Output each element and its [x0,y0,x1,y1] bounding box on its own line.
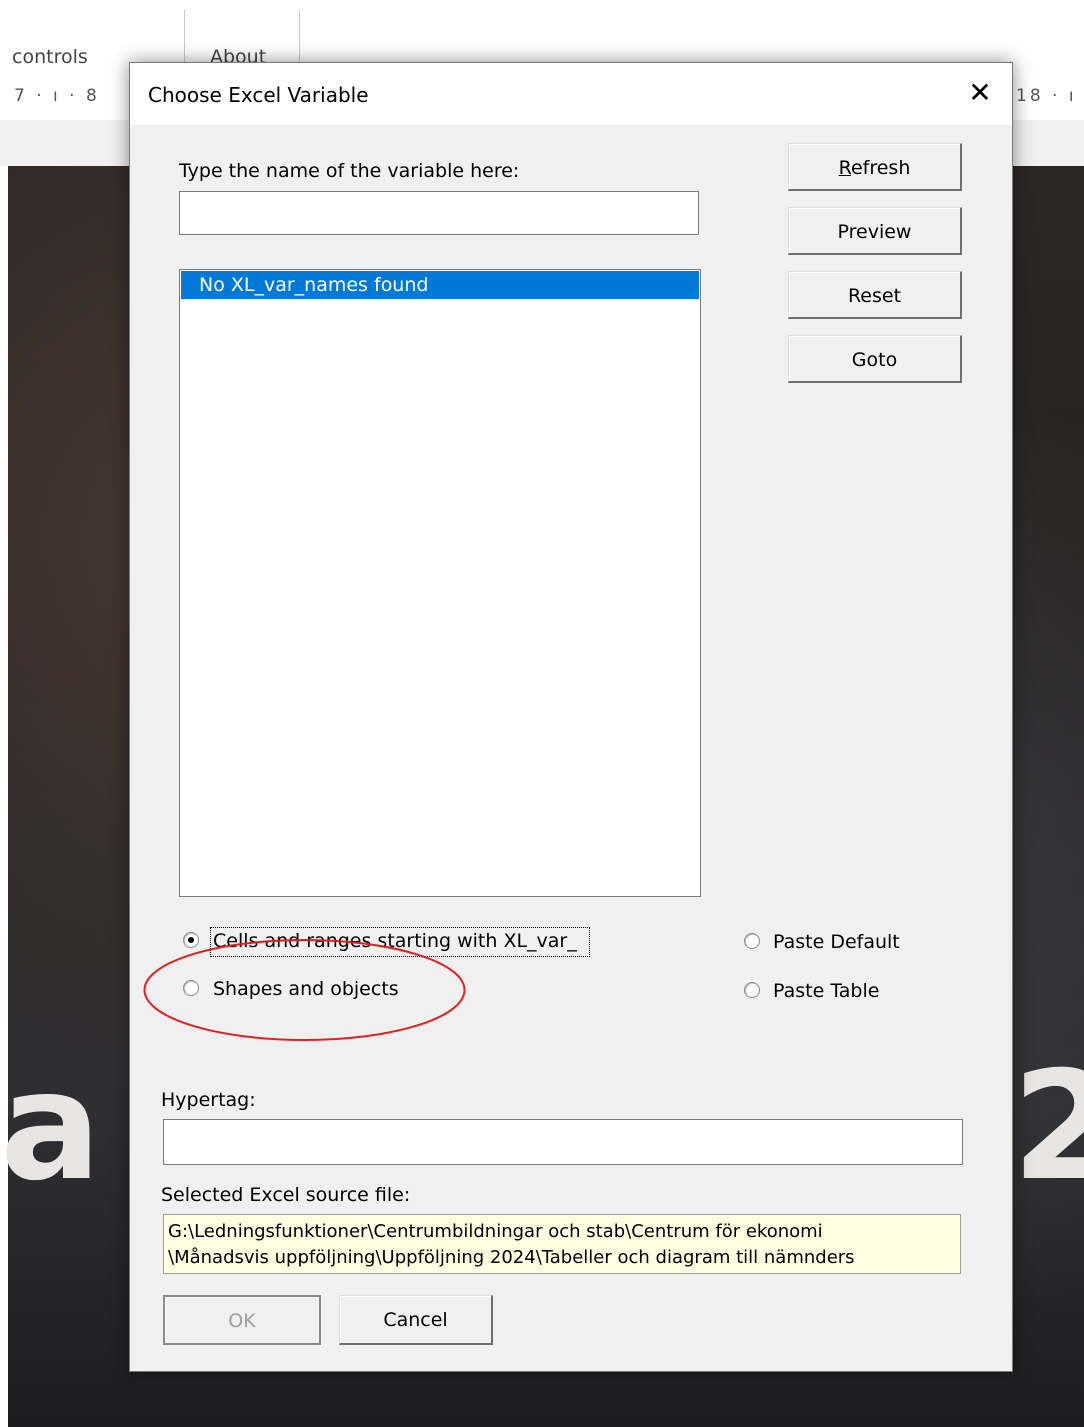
radio-paste-default-label[interactable]: Paste Default [773,931,900,953]
goto-button[interactable]: Goto [788,335,962,383]
refresh-label-rest: efresh [850,157,911,179]
radio-paste-table[interactable] [744,982,760,998]
close-icon[interactable]: ✕ [962,75,998,111]
variable-listbox[interactable]: No XL_var_names found [179,269,701,897]
list-item[interactable]: No XL_var_names found [181,271,699,299]
cancel-button[interactable]: Cancel [339,1295,493,1345]
refresh-mnemonic: R [838,157,851,179]
variable-name-input[interactable] [179,191,699,235]
hypertag-label: Hypertag: [161,1089,256,1111]
ruler-marks-right: 18 · ı [1016,86,1077,106]
reset-button[interactable]: Reset [788,271,962,319]
ok-button[interactable]: OK [163,1295,321,1345]
source-file-path-line-2: \Månadsvis uppföljning\Uppföljning 2024\… [168,1247,855,1268]
source-file-path: G:\Ledningsfunktioner\Centrumbildningar … [163,1214,961,1274]
annotation-ellipse [143,939,466,1041]
document-heading-fragment-left: a [0,1040,102,1214]
preview-button[interactable]: Preview [788,207,962,255]
document-heading-fragment-right: 2 [1012,1040,1084,1214]
refresh-button[interactable]: Refresh [788,143,962,191]
ruler-marks-left: 7 · ı · 8 [14,86,100,106]
hypertag-input[interactable] [163,1119,963,1165]
radio-paste-default[interactable] [744,933,760,949]
variable-name-label: Type the name of the variable here: [179,160,520,182]
source-file-label: Selected Excel source file: [161,1184,411,1206]
radio-paste-table-label[interactable]: Paste Table [773,980,879,1002]
dialog-title: Choose Excel Variable [148,83,369,107]
source-file-path-line-1: G:\Ledningsfunktioner\Centrumbildningar … [168,1221,823,1242]
dialog-titlebar: Choose Excel Variable ✕ [130,63,1012,125]
tab-controls[interactable]: controls [12,46,88,68]
choose-excel-variable-dialog: Choose Excel Variable ✕ Type the name of… [129,62,1013,1372]
